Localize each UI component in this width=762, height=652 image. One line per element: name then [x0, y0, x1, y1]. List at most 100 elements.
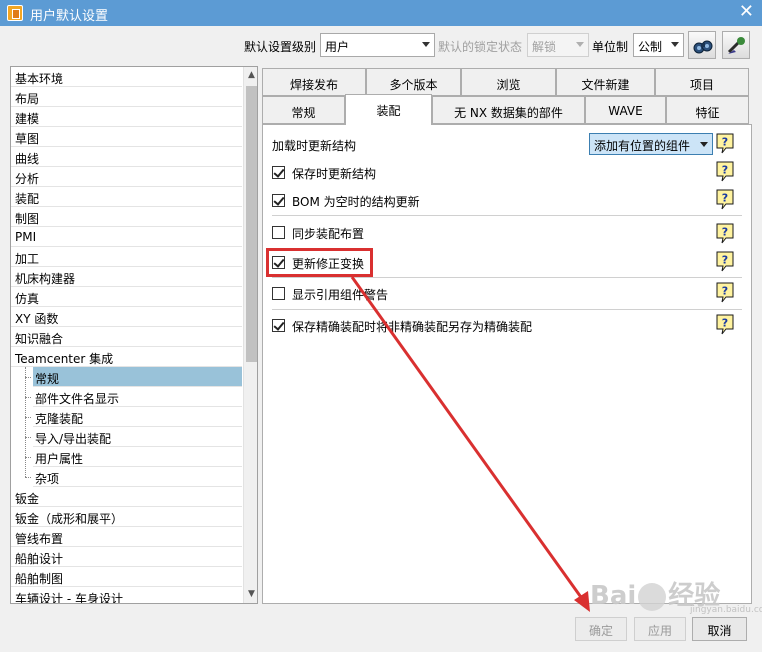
help-icon[interactable]: ? — [716, 189, 734, 210]
tab-row2-item[interactable]: WAVE — [585, 96, 666, 124]
option-checkbox[interactable] — [272, 319, 285, 332]
svg-text:?: ? — [722, 254, 728, 267]
manage-defaults-button[interactable] — [722, 31, 750, 59]
tree-item-label: Teamcenter 集成 — [15, 352, 114, 366]
close-button[interactable]: ✕ — [739, 1, 754, 22]
option-label: 保存时更新结构 — [292, 167, 377, 181]
svg-text:?: ? — [722, 317, 728, 330]
help-icon[interactable]: ? — [716, 282, 734, 303]
tree-item[interactable]: 钣金 — [11, 487, 242, 507]
assembly-settings-panel: 加载时更新结构 添加有位置的组件 保存时更新结构 BOM 为空时的结构更新 同步装配… — [262, 124, 752, 604]
tree-item-label: 车辆设计 - 车身设计 — [15, 592, 123, 604]
help-icon[interactable]: ? — [716, 251, 734, 272]
tree-item-label: 机床构建器 — [15, 272, 76, 286]
chevron-down-icon — [700, 142, 708, 147]
tree-item[interactable]: 仿真 — [11, 287, 242, 307]
help-icon[interactable]: ? — [716, 161, 734, 182]
load-update-label: 加载时更新结构 — [272, 139, 357, 153]
tab-row2-item[interactable]: 常规 — [262, 96, 345, 124]
help-icon[interactable]: ? — [716, 314, 734, 335]
tree-subitem[interactable]: 导入/导出装配 — [33, 427, 242, 447]
search-defaults-button[interactable] — [688, 31, 716, 59]
option-checkbox[interactable] — [272, 256, 285, 269]
tab-row2-item[interactable]: 特征 — [666, 96, 749, 124]
tree-item[interactable]: XY 函数 — [11, 307, 242, 327]
scroll-up-icon[interactable]: ▲ — [244, 67, 257, 84]
svg-text:?: ? — [722, 164, 728, 177]
tree-item-label: 导入/导出装配 — [35, 432, 112, 446]
tree-item[interactable]: Teamcenter 集成 — [11, 347, 242, 367]
ok-button[interactable]: 确定 — [575, 617, 627, 641]
tree-item[interactable]: 钣金（成形和展平） — [11, 507, 242, 527]
tree-item-label: 克隆装配 — [35, 412, 84, 426]
tree-item[interactable]: 船舶设计 — [11, 547, 242, 567]
tree-item-label: 船舶制图 — [15, 572, 64, 586]
tree-item[interactable]: 基本环境 — [11, 67, 242, 87]
tree-item[interactable]: 车辆设计 - 车身设计 — [11, 587, 242, 604]
tree-item[interactable]: 知识融合 — [11, 327, 242, 347]
scrollbar-thumb[interactable] — [246, 86, 257, 362]
watermark-sub: jingyan.baidu.com — [690, 605, 762, 615]
tab-row1-item[interactable]: 文件新建 — [556, 68, 655, 96]
tree-subitem[interactable]: 常规 — [33, 367, 242, 387]
unit-dropdown-value: 公制 — [638, 40, 663, 54]
unit-dropdown[interactable]: 公制 — [633, 33, 684, 57]
tree-item[interactable]: 制图 — [11, 207, 242, 227]
separator — [272, 215, 742, 216]
baidu-watermark: Bai经验 jingyan.baidu.com — [590, 575, 762, 615]
tree-item[interactable]: 草图 — [11, 127, 242, 147]
svg-text:?: ? — [722, 226, 728, 239]
tree-item-label: 杂项 — [35, 472, 60, 486]
tree-item[interactable]: 分析 — [11, 167, 242, 187]
tree-item[interactable]: 装配 — [11, 187, 242, 207]
tab-assembly-active[interactable]: 装配 — [345, 94, 432, 125]
tree-scrollbar[interactable]: ▲ ▼ — [243, 67, 257, 603]
cancel-button[interactable]: 取消 — [692, 617, 747, 641]
tree-item[interactable]: 管线布置 — [11, 527, 242, 547]
option-checkbox[interactable] — [272, 194, 285, 207]
apply-button[interactable]: 应用 — [634, 617, 686, 641]
tree-item[interactable]: 布局 — [11, 87, 242, 107]
chevron-down-icon — [422, 42, 430, 47]
svg-text:?: ? — [722, 285, 728, 298]
tree-item[interactable]: 机床构建器 — [11, 267, 242, 287]
title-bar: 用户默认设置 ✕ — [0, 0, 762, 26]
option-checkbox[interactable] — [272, 166, 285, 179]
tree-item-label: 分析 — [15, 172, 40, 186]
tree-subitem[interactable]: 部件文件名显示 — [33, 387, 242, 407]
tree-item[interactable]: 建模 — [11, 107, 242, 127]
tree-item-label: 钣金 — [15, 492, 40, 506]
tree-subitem[interactable]: 用户属性 — [33, 447, 242, 467]
tree-item[interactable]: PMI — [11, 227, 242, 247]
tree-item[interactable]: 船舶制图 — [11, 567, 242, 587]
help-icon[interactable]: ? — [716, 133, 734, 154]
tree-item[interactable]: 加工 — [11, 247, 242, 267]
load-update-dropdown[interactable]: 添加有位置的组件 — [589, 133, 713, 155]
tab-row2-item[interactable]: 无 NX 数据集的部件 — [432, 96, 585, 124]
category-tree[interactable]: 基本环境 布局建模草图 曲线分析 装配 制图 PMI 加工机床构建器仿真 XY 函数 知识融合 T… — [10, 66, 258, 604]
tree-item-label: 草图 — [15, 132, 40, 146]
level-dropdown[interactable]: 用户 — [320, 33, 435, 57]
tree-item-label: 建模 — [15, 112, 40, 126]
tab-row1-item[interactable]: 浏览 — [461, 68, 556, 96]
svg-text:?: ? — [722, 136, 728, 149]
option-checkbox[interactable] — [272, 287, 285, 300]
tree-guide-line — [25, 367, 26, 477]
scroll-down-icon[interactable]: ▼ — [244, 586, 257, 603]
tab-row1-item[interactable]: 项目 — [655, 68, 749, 96]
tree-item[interactable]: 曲线 — [11, 147, 242, 167]
tab-row1-item[interactable]: 焊接发布 — [262, 68, 366, 96]
tree-item-label: 管线布置 — [15, 532, 64, 546]
option-label: 显示引用组件警告 — [292, 288, 389, 302]
help-icon[interactable]: ? — [716, 223, 734, 244]
option-checkbox[interactable] — [272, 226, 285, 239]
tree-subitem[interactable]: 杂项 — [33, 467, 242, 487]
tree-item-label: 基本环境 — [15, 72, 64, 86]
option-label: 保存精确装配时将非精确装配另存为精确装配 — [292, 320, 533, 334]
tree-subitem[interactable]: 克隆装配 — [33, 407, 242, 427]
window-title: 用户默认设置 — [30, 9, 109, 24]
option-label: 同步装配布置 — [292, 227, 365, 241]
tab-row1-item[interactable]: 多个版本 — [366, 68, 461, 96]
lock-label: 默认的锁定状态 — [438, 40, 523, 54]
tree-item-label: 仿真 — [15, 292, 40, 306]
